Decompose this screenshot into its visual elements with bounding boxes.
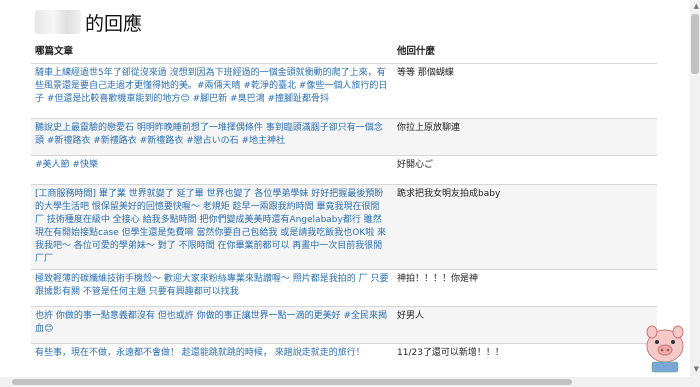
page-title: 的回應 [35, 7, 142, 37]
column-header-reply: 他回什麼 [397, 46, 436, 57]
table-row: 騎車上練經過世5年了郤從沒來過 沒想到因為下班經過的一個金頭就衝動的爬了上來，有… [31, 63, 657, 119]
table-row: 極致輕薄的碳纖維技術手機殼～ 歡迎大家來粉絲專業來點讚喔～ 照片都是我拍的 厂 … [31, 269, 657, 307]
article-link[interactable]: #美人節 #快樂 [31, 155, 393, 185]
table-row: #美人節 #快樂 好開心ご [31, 155, 657, 185]
table-header-row: 哪篇文章 他回什麼 [31, 40, 657, 64]
article-link[interactable]: 極致輕薄的碳纖維技術手機殼～ 歡迎大家來粉絲專業來點讚喔～ 照片都是我拍的 厂 … [31, 269, 393, 307]
article-link[interactable]: 也許 你做的事一點意義都沒有 但也或許 你做的事正讓世界一點一滴的更美好 #全民… [31, 306, 393, 344]
article-link[interactable]: 聽說史上最靈驗的戀愛石 明明昨晚睡前想了一堆擇偶條件 事到臨頭滿腦子卻只有一個念… [31, 118, 393, 156]
table-row: 也許 你做的事一點意義都沒有 但也或許 你做的事正讓世界一點一滴的更美好 #全民… [31, 306, 657, 344]
article-link[interactable]: [工商服務時間] 畢了業 世界就變了 延了畢 世界也變了 各位學弟學妹 好好把握… [31, 184, 393, 270]
reply-text: 好男人 [393, 306, 657, 344]
table-row: 聽說史上最靈驗的戀愛石 明明昨晚睡前想了一堆擇偶條件 事到臨頭滿腦子卻只有一個念… [31, 118, 657, 156]
column-header-article: 哪篇文章 [35, 46, 74, 57]
vertical-scrollbar[interactable]: ▲ ▼ [690, 0, 700, 387]
pig-mascot-icon [646, 325, 684, 373]
reply-text: 等等 那個蝴蝶 [393, 63, 657, 119]
reply-text: 11/23了還可以新增！！！ [393, 343, 657, 366]
page-title-text: 的回應 [85, 12, 143, 35]
scroll-up-arrow-icon[interactable]: ▲ [694, 2, 699, 10]
reply-text: 好開心ご [393, 155, 657, 185]
reply-text: 跪求把我女明友拍成baby [393, 184, 657, 270]
table-row: [工商服務時間] 畢了業 世界就變了 延了畢 世界也變了 各位學弟學妹 好好把握… [31, 184, 657, 270]
vertical-scroll-thumb[interactable] [691, 14, 699, 74]
table-row: 有些事，現在不做，永遠都不會做！ 趁還能跳就跳的時候， 來趟說走就走的旅行！ 1… [31, 343, 657, 366]
replies-table: 哪篇文章 他回什麼 騎車上練經過世5年了郤從沒來過 沒想到因為下班經過的一個金頭… [31, 40, 657, 366]
blurred-username [35, 10, 81, 34]
horizontal-scrollbar[interactable] [0, 377, 690, 387]
article-link[interactable]: 騎車上練經過世5年了郤從沒來過 沒想到因為下班經過的一個金頭就衝動的爬了上來，有… [31, 63, 393, 119]
reply-text: 你拉上原放聊連 [393, 118, 657, 156]
reply-text: 神拍！！！！你是神 [393, 269, 657, 307]
scroll-down-arrow-icon[interactable]: ▼ [694, 365, 699, 373]
horizontal-scroll-thumb[interactable] [12, 379, 572, 385]
article-link[interactable]: 有些事，現在不做，永遠都不會做！ 趁還能跳就跳的時候， 來趟說走就走的旅行！ [31, 343, 393, 366]
